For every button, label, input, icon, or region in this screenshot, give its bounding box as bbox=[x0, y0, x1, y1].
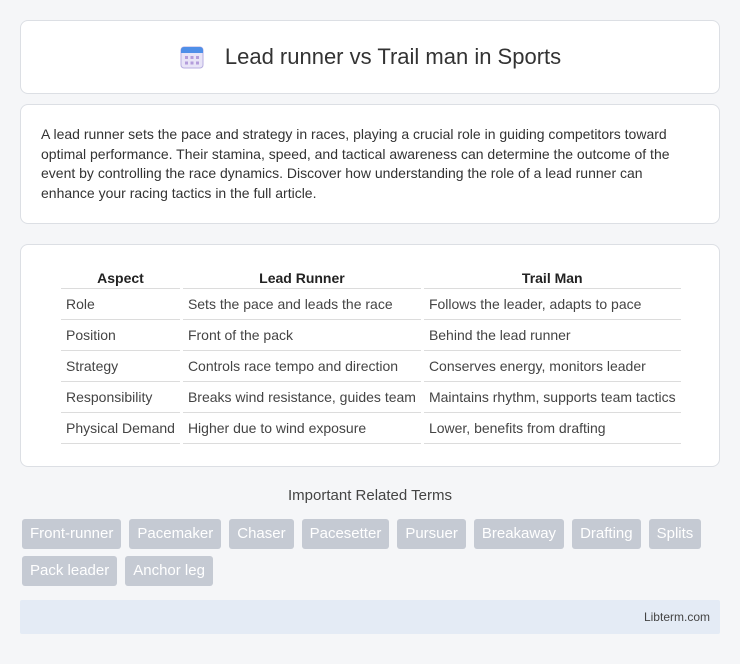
footer: Libterm.com bbox=[20, 600, 720, 634]
table-cell: Lower, benefits from drafting bbox=[423, 413, 681, 444]
term-tag[interactable]: Front-runner bbox=[22, 519, 122, 549]
header-aspect: Aspect bbox=[61, 265, 180, 289]
term-tag[interactable]: Drafting bbox=[572, 519, 641, 549]
table-cell: Front of the pack bbox=[182, 320, 421, 351]
table-cell: Physical Demand bbox=[61, 413, 180, 444]
calendar-icon bbox=[180, 46, 204, 69]
table-header-row: Aspect Lead Runner Trail Man bbox=[61, 265, 681, 289]
term-tag[interactable]: Pack leader bbox=[22, 556, 118, 586]
table-cell: Role bbox=[61, 289, 180, 320]
header-card: Lead runner vs Trail man in Sports bbox=[20, 20, 720, 94]
comparison-card: Aspect Lead Runner Trail Man Role Sets t… bbox=[20, 244, 720, 467]
table-row: Role Sets the pace and leads the race Fo… bbox=[61, 289, 681, 320]
table-row: Strategy Controls race tempo and directi… bbox=[61, 351, 681, 382]
table-cell: Higher due to wind exposure bbox=[182, 413, 421, 444]
comparison-table: Aspect Lead Runner Trail Man Role Sets t… bbox=[58, 265, 684, 444]
page-title: Lead runner vs Trail man in Sports bbox=[224, 44, 562, 69]
table-cell: Controls race tempo and direction bbox=[182, 351, 421, 382]
table-cell: Follows the leader, adapts to pace bbox=[423, 289, 681, 320]
footer-link[interactable]: Libterm.com bbox=[644, 610, 710, 624]
table-cell: Responsibility bbox=[61, 382, 180, 413]
term-tag[interactable]: Breakaway bbox=[473, 519, 565, 549]
term-tag[interactable]: Chaser bbox=[229, 519, 294, 549]
table-cell: Strategy bbox=[61, 351, 180, 382]
header-lead-runner: Lead Runner bbox=[182, 265, 421, 289]
term-tag[interactable]: Splits bbox=[648, 519, 702, 549]
table-row: Responsibility Breaks wind resistance, g… bbox=[61, 382, 681, 413]
intro-card: A lead runner sets the pace and strategy… bbox=[20, 104, 720, 224]
related-terms-list: Front-runner Pacemaker Chaser Pacesetter… bbox=[22, 519, 722, 586]
table-cell: Conserves energy, monitors leader bbox=[423, 351, 681, 382]
term-tag[interactable]: Anchor leg bbox=[125, 556, 213, 586]
header-trail-man: Trail Man bbox=[423, 265, 681, 289]
table-cell: Behind the lead runner bbox=[423, 320, 681, 351]
intro-text: A lead runner sets the pace and strategy… bbox=[41, 126, 670, 201]
table-cell: Sets the pace and leads the race bbox=[182, 289, 421, 320]
table-row: Physical Demand Higher due to wind expos… bbox=[61, 413, 681, 444]
table-cell: Position bbox=[61, 320, 180, 351]
table-cell: Maintains rhythm, supports team tactics bbox=[423, 382, 681, 413]
related-terms-title: Important Related Terms bbox=[288, 487, 452, 504]
table-row: Position Front of the pack Behind the le… bbox=[61, 320, 681, 351]
term-tag[interactable]: Pursuer bbox=[397, 519, 466, 549]
table-cell: Breaks wind resistance, guides team bbox=[182, 382, 421, 413]
term-tag[interactable]: Pacemaker bbox=[129, 519, 222, 549]
term-tag[interactable]: Pacesetter bbox=[301, 519, 390, 549]
